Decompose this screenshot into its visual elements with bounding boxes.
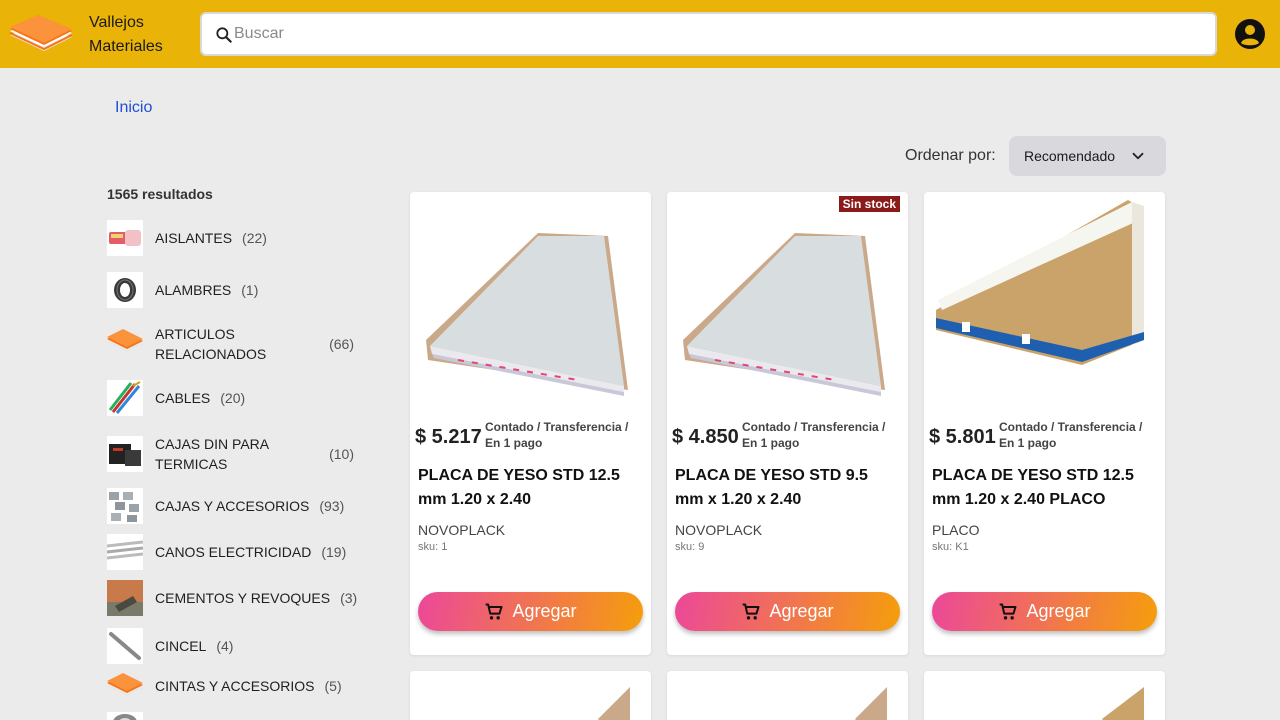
payment-terms: Contado / Transferencia / En 1 pago	[742, 420, 886, 450]
product-brand: PLACO	[932, 522, 980, 538]
category-item-cincel[interactable]: CINCEL (4)	[107, 628, 233, 664]
cart-icon	[486, 603, 503, 619]
product-name[interactable]: PLACA DE YESO STD 12.5 mm 1.20 x 2.40	[418, 464, 643, 512]
category-thumb	[107, 272, 143, 308]
product-price: $ 4.850	[672, 426, 739, 448]
cart-icon	[1000, 603, 1017, 619]
category-thumb	[107, 668, 143, 704]
brand-line-1: Vallejos	[89, 14, 144, 31]
out-of-stock-badge: Sin stock	[838, 196, 900, 212]
category-thumb	[107, 326, 143, 362]
results-count: 1565 resultados	[107, 186, 213, 202]
category-item-aislantes[interactable]: AISLANTES (22)	[107, 220, 267, 256]
user-account-icon[interactable]	[1234, 18, 1266, 50]
product-brand: NOVOPLACK	[418, 522, 506, 538]
category-item-cementos-y-revoques[interactable]: CEMENTOS Y REVOQUES (3)	[107, 580, 357, 616]
product-image[interactable]	[932, 679, 1157, 720]
product-price: $ 5.217	[415, 426, 482, 448]
product-card[interactable]: Sin stock $ 4.850 Contado / Transferenci…	[667, 192, 908, 655]
sort-label: Ordenar por:	[905, 147, 996, 164]
category-name: CABLES	[155, 390, 211, 406]
category-item-cajas-y-accesorios[interactable]: CAJAS Y ACCESORIOS (93)	[107, 488, 344, 524]
category-thumb	[107, 534, 143, 570]
product-name[interactable]: PLACA DE YESO STD 9.5 mm x 1.20 x 2.40	[675, 464, 900, 512]
breadcrumb-home[interactable]: Inicio	[115, 99, 152, 117]
category-count: (1)	[241, 282, 259, 298]
cart-icon	[743, 603, 760, 619]
add-to-cart-button[interactable]: Agregar	[418, 592, 643, 631]
product-card[interactable]: $ 5.217 Contado / Transferencia / En 1 p…	[410, 192, 651, 655]
category-count: (3)	[340, 590, 358, 606]
product-sku: sku: 9	[675, 541, 705, 553]
category-count: (4)	[216, 638, 234, 654]
category-thumb	[107, 436, 143, 472]
product-card[interactable]	[667, 671, 908, 720]
add-to-cart-button[interactable]: Agregar	[932, 592, 1157, 631]
category-count: (93)	[319, 498, 345, 514]
brand-line-2: Materiales	[89, 38, 163, 55]
search-icon	[216, 27, 232, 43]
product-price: $ 5.801	[929, 426, 996, 448]
category-thumb	[107, 488, 143, 524]
category-name: CINTAS Y ACCESORIOS	[155, 678, 315, 694]
top-header: Vallejos Materiales	[0, 0, 1280, 68]
product-image[interactable]	[932, 200, 1157, 400]
add-to-cart-label: Agregar	[769, 601, 834, 621]
category-item-alambres[interactable]: ALAMBRES (1)	[107, 272, 258, 308]
sort-select[interactable]: Recomendado	[1009, 136, 1166, 176]
category-count: (66)	[329, 336, 354, 352]
add-to-cart-label: Agregar	[1026, 601, 1091, 621]
category-name: CINCEL	[155, 638, 207, 654]
category-thumb	[107, 220, 143, 256]
product-brand: NOVOPLACK	[675, 522, 763, 538]
product-image[interactable]	[675, 200, 900, 400]
search-input[interactable]	[234, 22, 1194, 46]
category-item-articulos-relacionados[interactable]: ARTICULOS RELACIONADOS (66)	[107, 324, 354, 364]
category-name: CEMENTOS Y REVOQUES	[155, 590, 331, 606]
category-item-cajas-din[interactable]: CAJAS DIN PARA TERMICAS (10)	[107, 434, 354, 474]
product-sku: sku: 1	[418, 541, 448, 553]
category-thumb	[107, 580, 143, 616]
category-count: (10)	[329, 446, 354, 462]
product-card[interactable]	[924, 671, 1165, 720]
category-name: CAJAS DIN PARA TERMICAS	[155, 436, 269, 472]
category-name: ALAMBRES	[155, 282, 232, 298]
add-to-cart-button[interactable]: Agregar	[675, 592, 900, 631]
payment-terms: Contado / Transferencia / En 1 pago	[999, 420, 1143, 450]
add-to-cart-label: Agregar	[512, 601, 577, 621]
category-count: (19)	[321, 544, 347, 560]
product-sku: sku: K1	[932, 541, 969, 553]
category-name: AISLANTES	[155, 230, 233, 246]
category-item-canos-electricidad[interactable]: CANOS ELECTRICIDAD (19)	[107, 534, 346, 570]
category-name: ARTICULOS RELACIONADOS	[155, 326, 267, 362]
category-count: (22)	[242, 230, 267, 246]
category-name: CAJAS Y ACCESORIOS	[155, 498, 310, 514]
product-image[interactable]	[418, 679, 643, 720]
sort-selected-value: Recomendado	[1024, 148, 1116, 164]
payment-terms: Contado / Transferencia / En 1 pago	[485, 420, 629, 450]
product-name[interactable]: PLACA DE YESO STD 12.5 mm 1.20 x 2.40 PL…	[932, 464, 1157, 512]
product-image[interactable]	[418, 200, 643, 400]
category-count: (5)	[324, 678, 342, 694]
category-thumb	[107, 380, 143, 416]
category-count: (20)	[220, 390, 246, 406]
product-card[interactable]: $ 5.801 Contado / Transferencia / En 1 p…	[924, 192, 1165, 655]
product-image[interactable]	[675, 679, 900, 720]
product-card[interactable]	[410, 671, 651, 720]
search-bar[interactable]	[200, 12, 1217, 56]
category-item-cables[interactable]: CABLES (20)	[107, 380, 245, 416]
logo-icon[interactable]	[8, 15, 74, 53]
category-name: CANOS ELECTRICIDAD	[155, 544, 312, 560]
category-item-cintas-y-accesorios[interactable]: CINTAS Y ACCESORIOS (5)	[107, 668, 342, 704]
category-thumb	[107, 712, 143, 720]
brand-name[interactable]: Vallejos Materiales	[89, 11, 163, 59]
chevron-down-icon	[1132, 152, 1144, 160]
category-thumb	[107, 628, 143, 664]
category-item-partial[interactable]	[107, 712, 155, 720]
